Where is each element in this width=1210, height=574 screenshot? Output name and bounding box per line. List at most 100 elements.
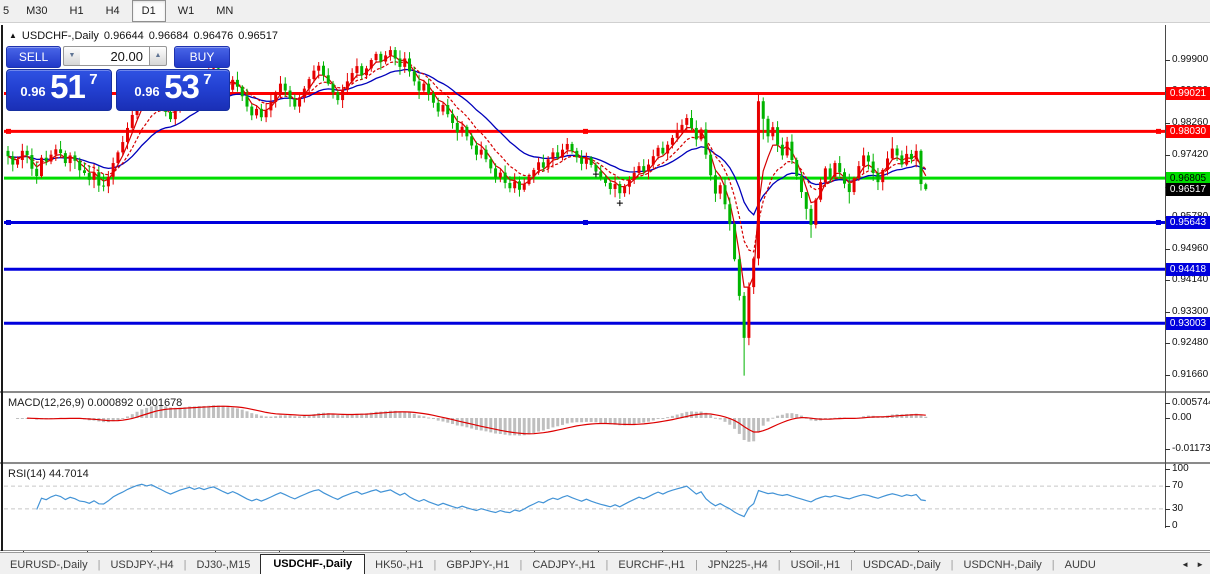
candle-body	[236, 80, 239, 87]
tab-eurusd-daily[interactable]: EURUSD-,Daily	[0, 556, 98, 574]
candle-body	[93, 172, 96, 180]
timeframe-button-h1[interactable]: H1	[60, 0, 94, 22]
macd-histogram-bar	[762, 418, 765, 426]
timeframe-button-m30[interactable]: M30	[16, 0, 57, 22]
candle-body	[418, 81, 421, 90]
line-handle[interactable]	[583, 220, 588, 225]
level-price-label: 0.98030	[1166, 125, 1210, 138]
macd-histogram-bar	[226, 407, 229, 418]
candle-body	[73, 155, 76, 160]
candle-body	[308, 79, 311, 89]
candle-body	[709, 155, 712, 176]
candle-body	[618, 184, 621, 193]
line-handle[interactable]	[583, 129, 588, 134]
candle-body	[666, 145, 669, 154]
macd-histogram-bar	[757, 418, 760, 432]
macd-histogram-bar	[179, 408, 182, 418]
tab-scroll-left-icon[interactable]: ◄	[1181, 560, 1189, 569]
candle-body	[50, 155, 53, 162]
tab-jpn225-h4[interactable]: JPN225-,H4	[698, 556, 778, 574]
macd-histogram-bar	[16, 418, 19, 419]
candle-body	[900, 155, 903, 164]
rsi-tick-mark	[1165, 509, 1170, 510]
candle-body	[571, 144, 574, 151]
macd-histogram-bar	[719, 418, 722, 419]
candle-body	[456, 123, 459, 133]
timeframe-button-w1[interactable]: W1	[168, 0, 205, 22]
sell-price-display[interactable]: 0.96 51 7	[6, 69, 112, 111]
buy-price-display[interactable]: 0.96 53 7	[116, 69, 230, 111]
candle-body	[647, 165, 650, 172]
tab-scroll-right-icon[interactable]: ►	[1196, 560, 1204, 569]
macd-histogram-bar	[422, 416, 425, 418]
macd-histogram-bar	[532, 418, 535, 433]
timeframe-button-5[interactable]: 5	[1, 0, 14, 22]
line-handle[interactable]	[1156, 220, 1161, 225]
sell-button[interactable]: SELL	[6, 46, 61, 68]
buy-button[interactable]: BUY	[174, 46, 230, 68]
macd-histogram-bar	[633, 418, 636, 424]
candle-body	[112, 163, 115, 177]
candle-body	[255, 109, 258, 115]
tab-usdcnh-daily[interactable]: USDCNH-,Daily	[954, 556, 1052, 574]
candle-body	[322, 66, 325, 76]
volume-input[interactable]	[80, 46, 149, 66]
macd-histogram-bar	[222, 406, 225, 418]
macd-histogram-bar	[666, 417, 669, 418]
timeframe-button-h4[interactable]: H4	[96, 0, 130, 22]
macd-histogram-bar	[269, 417, 272, 418]
line-handle[interactable]	[1156, 129, 1161, 134]
macd-histogram-bar	[317, 413, 320, 418]
tab-eurchf-h1[interactable]: EURCHF-,H1	[608, 556, 695, 574]
tab-usdcad-daily[interactable]: USDCAD-,Daily	[853, 556, 951, 574]
candle-body	[298, 97, 301, 106]
macd-histogram-bar	[575, 418, 578, 422]
macd-histogram-bar	[427, 418, 430, 419]
rsi-pane-canvas[interactable]	[0, 464, 1165, 528]
timeframe-button-mn[interactable]: MN	[206, 0, 243, 22]
candle-body	[566, 144, 569, 150]
candle-body	[728, 204, 731, 224]
tab-audu[interactable]: AUDU	[1055, 556, 1106, 574]
candle-body	[312, 71, 315, 79]
pane-splitter-macd[interactable]	[0, 391, 1210, 394]
candle-body	[470, 136, 473, 145]
macd-histogram-bar	[485, 418, 488, 431]
candle-body	[805, 192, 808, 209]
candle-body	[800, 176, 803, 192]
macd-histogram-bar	[542, 418, 545, 430]
volume-increase-button[interactable]: ▲	[149, 46, 167, 66]
tab-usdchf-daily[interactable]: USDCHF-,Daily	[260, 554, 365, 574]
tab-usdjpy-h4[interactable]: USDJPY-,H4	[100, 556, 183, 574]
candle-body	[843, 172, 846, 183]
macd-histogram-bar	[652, 418, 655, 420]
candle-body	[341, 90, 344, 100]
macd-histogram-bar	[580, 418, 583, 422]
candle-body	[427, 84, 430, 94]
volume-decrease-button[interactable]: ▼	[63, 46, 81, 66]
macd-histogram-bar	[279, 415, 282, 418]
tab-gbpjpy-h1[interactable]: GBPJPY-,H1	[436, 556, 519, 574]
timeframe-button-d1[interactable]: D1	[132, 0, 166, 22]
tab-usoil-h1[interactable]: USOil-,H1	[781, 556, 851, 574]
macd-histogram-bar	[523, 418, 526, 435]
tab-hk50-h1[interactable]: HK50-,H1	[365, 556, 433, 574]
price-axis-line	[1165, 25, 1166, 528]
candle-body	[833, 163, 836, 177]
tab-cadjpy-h1[interactable]: CADJPY-,H1	[522, 556, 605, 574]
candle-body	[408, 58, 411, 71]
annotation-cross-mark	[617, 200, 623, 206]
collapse-arrow-icon[interactable]: ▲	[9, 31, 17, 40]
line-handle[interactable]	[6, 220, 11, 225]
candle-body	[547, 159, 550, 167]
candle-body	[78, 161, 81, 171]
macd-histogram-bar	[700, 412, 703, 418]
candle-body	[379, 54, 382, 62]
tab-dj30-m15[interactable]: DJ30-,M15	[187, 556, 261, 574]
macd-histogram-bar	[738, 418, 741, 434]
macd-histogram-bar	[767, 418, 770, 422]
pane-splitter-rsi[interactable]	[0, 462, 1210, 465]
candle-body	[231, 80, 234, 90]
candle-body	[336, 92, 339, 100]
macd-histogram-bar	[341, 415, 344, 418]
